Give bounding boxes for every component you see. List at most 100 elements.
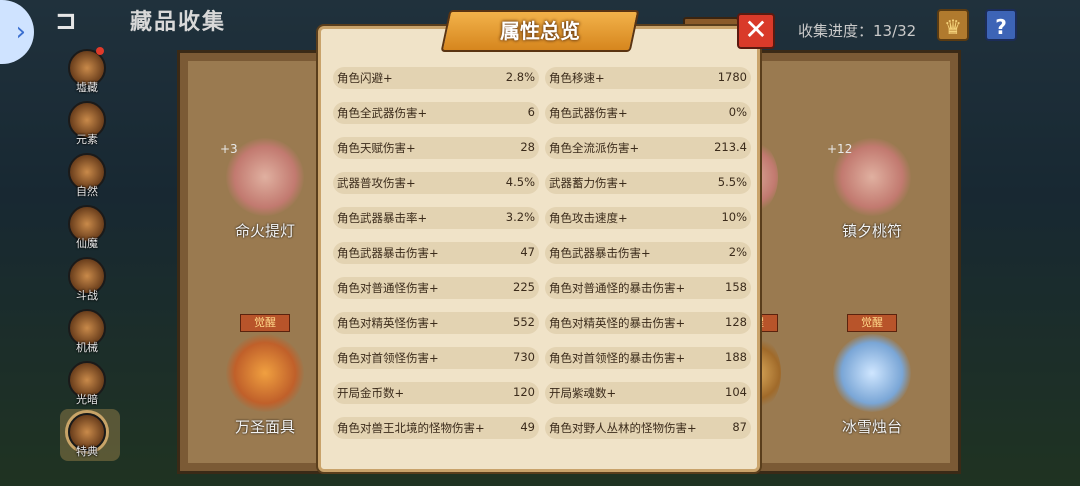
stat-value: 730 (513, 350, 535, 364)
stat-label: 角色对普通怪伤害+ (337, 281, 439, 295)
stat-row: 角色对野人丛林的怪物伤害+ 87 (545, 417, 751, 439)
stat-row: 角色武器伤害+ 0% (545, 102, 751, 124)
nav-item-tedian[interactable]: 特典 (60, 409, 120, 461)
stat-value: 2% (728, 245, 747, 259)
stat-label: 角色天赋伤害+ (337, 141, 416, 155)
nav-label: 仙魔 (76, 237, 98, 250)
stat-label: 武器普攻伤害+ (337, 176, 416, 190)
notification-badge (96, 47, 104, 55)
stat-row: 角色对普通怪伤害+ 225 (333, 277, 539, 299)
item-name: 镇夕桃符 (841, 222, 902, 240)
stat-value: 28 (520, 140, 535, 154)
upgrade-level: +12 (827, 142, 853, 156)
stat-value: 158 (725, 280, 747, 294)
stat-label: 角色对首领怪伤害+ (337, 351, 439, 365)
stat-value: 2.8% (505, 70, 535, 84)
stat-row: 角色对兽王北境的怪物伤害+ 49 (333, 417, 539, 439)
collection-item[interactable]: +3 命火提灯 (205, 138, 325, 241)
nav-label: 墟藏 (76, 81, 98, 94)
stat-row: 角色移速+ 1780 (545, 67, 751, 89)
stat-label: 角色武器暴击率+ (337, 211, 428, 225)
collection-item[interactable]: +12 镇夕桃符 (812, 138, 932, 241)
stat-value: 128 (725, 315, 747, 329)
modal-title: 属性总览 (500, 19, 580, 43)
stat-label: 角色武器伤害+ (549, 106, 628, 120)
nav-item-guangan[interactable]: 光暗 (60, 357, 120, 409)
stat-label: 角色全流派伤害+ (549, 141, 640, 155)
stat-value: 104 (725, 385, 747, 399)
stat-row: 武器普攻伤害+ 4.5% (333, 172, 539, 194)
stat-label: 角色对精英怪的暴击伤害+ (549, 316, 686, 330)
nav-item-douzhan[interactable]: 斗战 (60, 253, 120, 305)
upgrade-level: +3 (220, 142, 238, 156)
page-title: 藏品收集 (130, 10, 227, 35)
stat-value: 10% (721, 210, 747, 224)
close-button[interactable]: ✕ (737, 13, 775, 49)
stat-row: 角色对精英怪的暴击伤害+ 128 (545, 312, 751, 334)
stat-label: 角色移速+ (549, 71, 605, 85)
nav-label: 元素 (76, 133, 98, 146)
stat-row: 角色武器暴击率+ 3.2% (333, 207, 539, 229)
stat-row: 角色全流派伤害+ 213.4 (545, 137, 751, 159)
stat-value: 6 (527, 105, 535, 119)
attribute-overview-modal: 角色闪避+ 2.8% 角色全武器伤害+ 6 角色天赋伤害+ 28 武器普攻伤害+ 4.5% 角色… (318, 26, 760, 472)
stat-value: 552 (513, 315, 535, 329)
nav-item-xuzang[interactable]: 墟藏 (60, 45, 120, 97)
stat-value: 188 (725, 350, 747, 364)
item-name: 命火提灯 (234, 222, 295, 240)
stat-value: 213.4 (714, 140, 747, 154)
awakened-badge: 觉醒 (240, 314, 290, 332)
nav-item-yuansu[interactable]: 元素 (60, 97, 120, 149)
stat-label: 角色攻击速度+ (549, 211, 628, 225)
stat-value: 47 (520, 245, 535, 259)
nav-label: 机械 (76, 341, 98, 354)
nav-item-ziran[interactable]: 自然 (60, 149, 120, 201)
stat-row: 角色天赋伤害+ 28 (333, 137, 539, 159)
stat-row: 角色武器暴击伤害+ 2% (545, 242, 751, 264)
collection-item[interactable]: 觉醒 冰雪烛台 (812, 314, 932, 437)
stat-label: 角色对首领怪的暴击伤害+ (549, 351, 686, 365)
nav-label: 斗战 (76, 289, 98, 302)
nav-item-jixie[interactable]: 机械 (60, 305, 120, 357)
collection-item[interactable]: 觉醒 万圣面具 (205, 314, 325, 437)
stat-value: 0% (728, 105, 747, 119)
nav-item-xianmo[interactable]: 仙魔 (60, 201, 120, 253)
stat-value: 4.5% (505, 175, 535, 189)
collection-progress: 收集进度：13/32 (798, 22, 917, 40)
stat-row: 角色攻击速度+ 10% (545, 207, 751, 229)
stat-row: 开局金币数+ 120 (333, 382, 539, 404)
nav-label: 特典 (76, 445, 98, 458)
crown-icon[interactable]: ♛ (937, 9, 969, 41)
stat-value: 1780 (717, 70, 747, 84)
item-name: 冰雪烛台 (841, 418, 902, 436)
stat-label: 角色闪避+ (337, 71, 393, 85)
stat-row: 角色全武器伤害+ 6 (333, 102, 539, 124)
stat-label: 角色对野人丛林的怪物伤害+ (549, 421, 697, 435)
pumpkin-mask-icon (226, 334, 304, 412)
stat-value: 87 (732, 420, 747, 434)
stat-label: 角色对精英怪伤害+ (337, 316, 439, 330)
stat-label: 角色武器暴击伤害+ (337, 246, 439, 260)
peach-charm-icon: +12 (827, 138, 911, 216)
stat-value: 120 (513, 385, 535, 399)
item-name: 万圣面具 (234, 418, 295, 436)
stat-label: 武器蓄力伤害+ (549, 176, 628, 190)
stat-row: 角色对首领怪伤害+ 730 (333, 347, 539, 369)
back-button[interactable]: ⊐ (55, 8, 107, 34)
stat-label: 角色武器暴击伤害+ (549, 246, 651, 260)
stat-label: 开局金币数+ (337, 386, 405, 400)
stat-row: 武器蓄力伤害+ 5.5% (545, 172, 751, 194)
stat-row: 角色对普通怪的暴击伤害+ 158 (545, 277, 751, 299)
stat-row: 角色对精英怪伤害+ 552 (333, 312, 539, 334)
stat-row: 开局紫魂数+ 104 (545, 382, 751, 404)
stat-value: 49 (520, 420, 535, 434)
lantern-icon: +3 (220, 138, 304, 216)
stat-value: 3.2% (505, 210, 535, 224)
candelabra-icon (833, 334, 911, 412)
stat-label: 角色对普通怪的暴击伤害+ (549, 281, 686, 295)
help-button[interactable]: ? (985, 9, 1017, 41)
awakened-badge: 觉醒 (847, 314, 897, 332)
stat-row: 角色闪避+ 2.8% (333, 67, 539, 89)
stat-value: 5.5% (717, 175, 747, 189)
nav-label: 光暗 (76, 393, 98, 406)
